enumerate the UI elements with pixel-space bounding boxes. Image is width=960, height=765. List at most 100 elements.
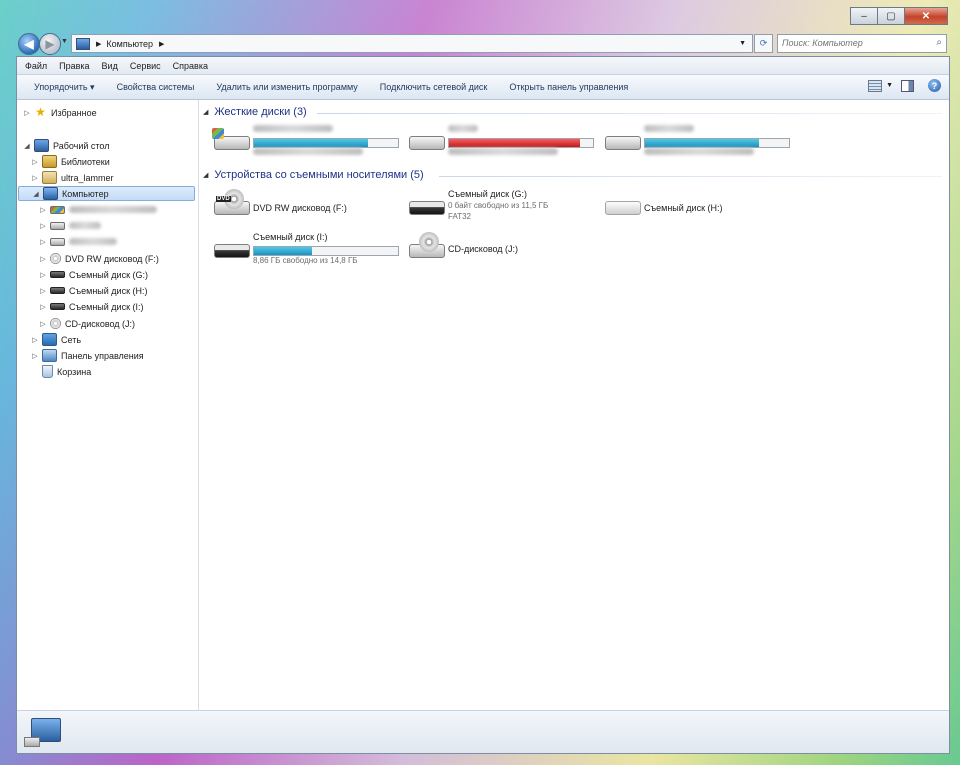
removable-item-f[interactable]: DVD DVD RW дисковод (F:) [212, 189, 347, 217]
menu-view[interactable]: Вид [96, 61, 124, 71]
drive-filesystem: FAT32 [448, 212, 471, 221]
expand-arrow-icon[interactable]: ▷ [39, 206, 47, 214]
group-divider [317, 113, 942, 114]
user-folder-icon [42, 171, 57, 184]
removable-item-g[interactable]: Съемный диск (G:) 0 байт свободно из 11,… [407, 189, 548, 223]
expand-arrow-icon[interactable]: ▷ [31, 174, 39, 182]
forward-arrow-icon: ▶ [45, 37, 55, 51]
tree-item-desktop[interactable]: ◢ Рабочий стол [23, 138, 110, 153]
removable-disk-icon [50, 271, 65, 278]
maximize-button[interactable]: ▢ [877, 7, 905, 25]
minimize-button[interactable]: – [850, 7, 878, 25]
tree-item-removable-g[interactable]: ▷ Съемный диск (G:) [39, 267, 148, 282]
collapse-arrow-icon[interactable]: ◢ [203, 108, 208, 116]
tree-label: DVD RW дисковод (F:) [65, 253, 159, 264]
drive-name: DVD RW дисковод (F:) [253, 203, 347, 213]
expand-arrow-icon[interactable]: ▷ [23, 109, 31, 117]
expand-arrow-icon[interactable]: ▷ [39, 303, 47, 311]
organize-button[interactable]: Упорядочить ▾ [23, 82, 106, 93]
computer-large-icon [24, 718, 61, 747]
search-input[interactable] [778, 35, 927, 50]
tree-item-dvd-f[interactable]: ▷ DVD RW дисковод (F:) [39, 251, 159, 266]
menu-bar: Файл Правка Вид Сервис Справка [17, 57, 949, 75]
breadcrumb-chevron-icon[interactable]: ▶ [159, 40, 164, 48]
menu-help[interactable]: Справка [167, 61, 214, 71]
back-button[interactable]: ◀ [18, 33, 40, 55]
view-dropdown-icon[interactable]: ▼ [886, 82, 893, 89]
tree-item-control-panel[interactable]: ▷ Панель управления [31, 348, 144, 363]
close-button[interactable]: ✕ [904, 7, 948, 25]
expand-arrow-icon[interactable]: ▷ [31, 352, 39, 360]
details-pane [17, 710, 949, 753]
hard-drive-icon [603, 124, 641, 152]
removable-item-h[interactable]: Съемный диск (H:) [603, 189, 723, 217]
removable-disk-icon [407, 189, 445, 217]
expand-arrow-icon[interactable]: ▷ [39, 287, 47, 295]
group-header-hard-disks[interactable]: ◢ Жесткие диски (3) [203, 106, 307, 118]
preview-pane-icon[interactable] [901, 79, 914, 92]
refresh-button[interactable]: ⟳ [754, 34, 773, 53]
search-icon[interactable]: ⌕ [936, 37, 942, 48]
collapse-arrow-icon[interactable]: ◢ [32, 190, 40, 198]
caption-buttons: – ▢ ✕ [850, 7, 948, 25]
address-bar[interactable]: ▶ Компьютер ▶ ▼ [71, 34, 753, 53]
refresh-icon: ⟳ [759, 38, 768, 48]
tree-item-favorites[interactable]: ▷ ★ Избранное [23, 105, 97, 120]
hdd-item-1[interactable] [212, 124, 399, 159]
recent-pages-dropdown[interactable]: ▼ [61, 38, 68, 45]
tree-item-recycle-bin[interactable]: Корзина [31, 364, 91, 379]
forward-button[interactable]: ▶ [39, 33, 61, 55]
collapse-arrow-icon[interactable]: ◢ [23, 142, 31, 150]
hdd-item-2[interactable] [407, 124, 594, 159]
menu-file[interactable]: Файл [19, 61, 53, 71]
removable-item-i[interactable]: Съемный диск (I:) 8,86 ГБ свободно из 14… [212, 232, 399, 267]
tree-item-drive-d[interactable]: ▷ [39, 218, 101, 233]
expand-arrow-icon[interactable]: ▷ [39, 238, 47, 246]
computer-icon [43, 187, 58, 200]
tree-item-drive-e[interactable]: ▷ [39, 234, 117, 249]
removable-disk-icon [50, 303, 65, 310]
tree-label: Рабочий стол [53, 140, 110, 151]
back-arrow-icon: ◀ [24, 37, 34, 51]
expand-arrow-icon[interactable]: ▷ [31, 158, 39, 166]
tree-label: Съемный диск (I:) [69, 301, 144, 312]
tree-item-cd-j[interactable]: ▷ CD-дисковод (J:) [39, 316, 135, 331]
expand-arrow-icon[interactable]: ▷ [39, 320, 47, 328]
tree-item-computer[interactable]: ◢ Компьютер [18, 186, 195, 201]
change-view-icon[interactable] [868, 79, 883, 92]
tree-label: Избранное [51, 107, 97, 118]
help-icon[interactable]: ? [928, 79, 941, 92]
drive-free-space: 0 байт свободно из 11,5 ГБ [448, 201, 549, 210]
navigation-pane: ▷ ★ Избранное ◢ Рабочий стол ▷ Библиотеки ▷ u… [17, 100, 199, 710]
menu-edit[interactable]: Правка [53, 61, 95, 71]
expand-arrow-icon[interactable]: ▷ [39, 255, 47, 263]
tree-item-libraries[interactable]: ▷ Библиотеки [31, 154, 110, 169]
tree-label: Съемный диск (G:) [69, 269, 148, 280]
system-drive-icon [212, 124, 250, 152]
tree-item-user[interactable]: ▷ ultra_lammer [31, 170, 114, 185]
removable-item-j[interactable]: CD-дисковод (J:) [407, 232, 518, 260]
uninstall-program-button[interactable]: Удалить или изменить программу [205, 82, 368, 92]
collapse-arrow-icon[interactable]: ◢ [203, 171, 208, 179]
explorer-window: Файл Правка Вид Сервис Справка Упорядочи… [16, 56, 950, 754]
hdd-item-3[interactable] [603, 124, 790, 159]
usage-fill [645, 139, 759, 147]
open-control-panel-button[interactable]: Открыть панель управления [498, 82, 639, 92]
search-box: ⌕ [777, 34, 947, 53]
menu-tools[interactable]: Сервис [124, 61, 167, 71]
breadcrumb-computer[interactable]: Компьютер [106, 39, 153, 49]
expand-arrow-icon[interactable]: ▷ [39, 271, 47, 279]
hard-drive-icon [50, 237, 65, 246]
tree-item-removable-h[interactable]: ▷ Съемный диск (H:) [39, 283, 147, 298]
address-dropdown-icon[interactable]: ▼ [739, 40, 746, 47]
breadcrumb-chevron-icon[interactable]: ▶ [96, 40, 101, 48]
tree-item-drive-c[interactable]: ▷ [39, 202, 157, 217]
tree-item-network[interactable]: ▷ Сеть [31, 332, 81, 347]
group-header-removable[interactable]: ◢ Устройства со съемными носителями (5) [203, 169, 424, 181]
map-network-drive-button[interactable]: Подключить сетевой диск [369, 82, 499, 92]
expand-arrow-icon[interactable]: ▷ [31, 336, 39, 344]
system-properties-button[interactable]: Свойства системы [106, 82, 206, 92]
tree-item-removable-i[interactable]: ▷ Съемный диск (I:) [39, 299, 144, 314]
navigation-bar: ◀ ▶ ▼ ▶ Компьютер ▶ ▼ ⟳ ⌕ [16, 30, 948, 56]
expand-arrow-icon[interactable]: ▷ [39, 222, 47, 230]
